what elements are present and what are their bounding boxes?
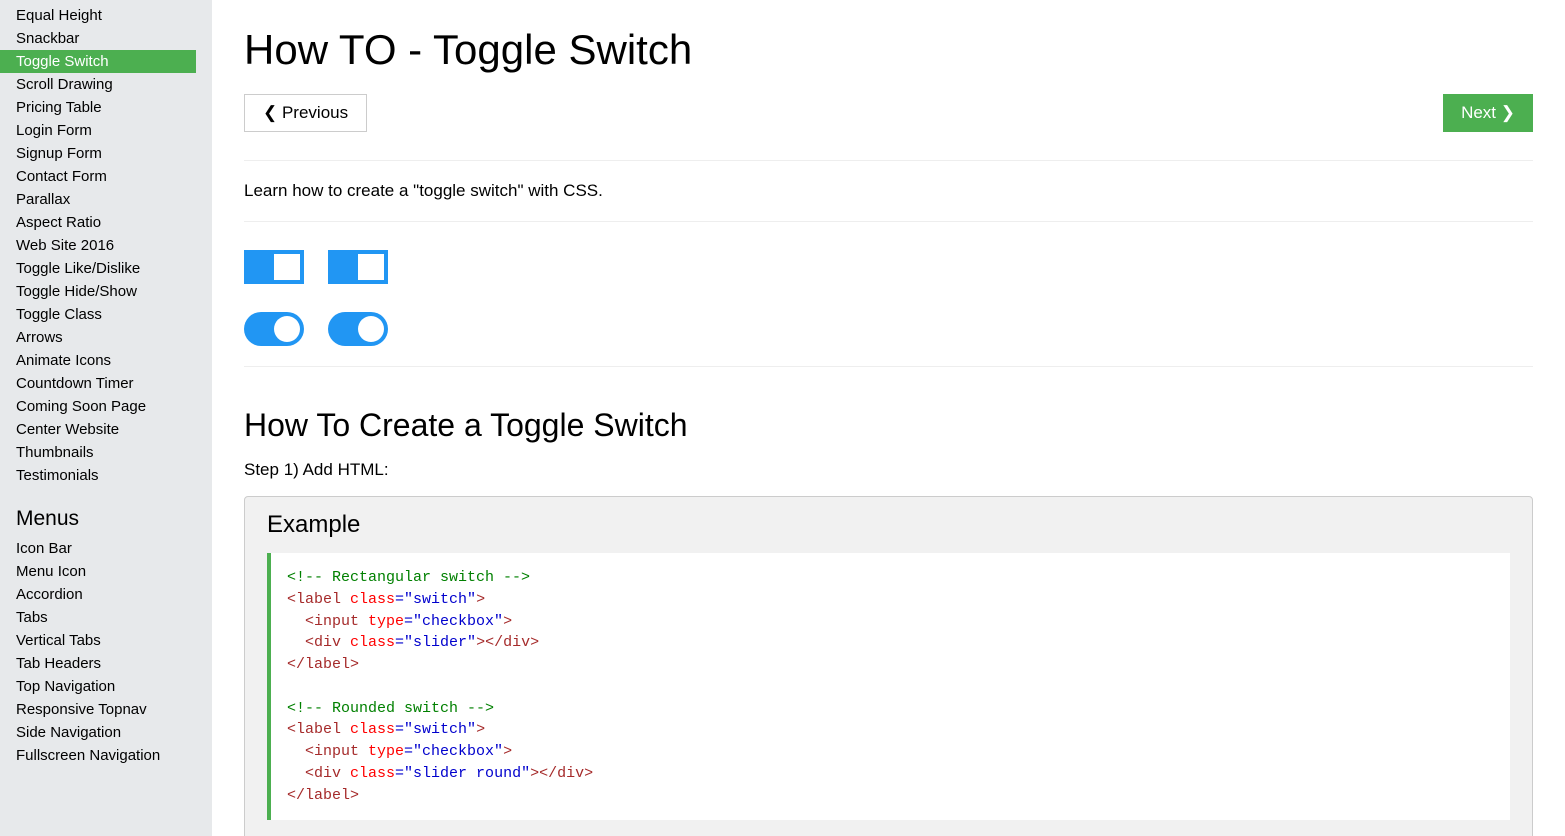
- toggle-switch-square-off[interactable]: [244, 250, 304, 284]
- toggle-switch-round-off[interactable]: [244, 312, 304, 346]
- sidebar-item[interactable]: Toggle Switch: [0, 50, 196, 73]
- sidebar-item[interactable]: Contact Form: [0, 165, 196, 188]
- sidebar-item[interactable]: Coming Soon Page: [0, 395, 196, 418]
- intro-text: Learn how to create a "toggle switch" wi…: [244, 181, 1533, 201]
- code-block: <!-- Rectangular switch --> <label class…: [267, 553, 1510, 820]
- sidebar-item[interactable]: Tab Headers: [0, 652, 196, 675]
- sidebar-item[interactable]: Arrows: [0, 326, 196, 349]
- step-label: Step 1) Add HTML:: [244, 460, 1533, 480]
- section-heading: How To Create a Toggle Switch: [244, 407, 1533, 444]
- sidebar-item[interactable]: Center Website: [0, 418, 196, 441]
- nav-row: ❮ Previous Next ❯: [244, 94, 1533, 132]
- toggle-switch-round-on[interactable]: [328, 312, 388, 346]
- sidebar-item[interactable]: Vertical Tabs: [0, 629, 196, 652]
- sidebar-item[interactable]: Top Navigation: [0, 675, 196, 698]
- page-title: How TO - Toggle Switch: [244, 26, 1533, 74]
- sidebar-item[interactable]: Toggle Hide/Show: [0, 280, 196, 303]
- sidebar-item[interactable]: Aspect Ratio: [0, 211, 196, 234]
- toggle-switch-square-on[interactable]: [328, 250, 388, 284]
- sidebar-item[interactable]: Scroll Drawing: [0, 73, 196, 96]
- sidebar-item[interactable]: Web Site 2016: [0, 234, 196, 257]
- sidebar: Equal HeightSnackbarToggle SwitchScroll …: [0, 0, 212, 836]
- slider-knob: [274, 254, 300, 280]
- sidebar-item[interactable]: Icon Bar: [0, 537, 196, 560]
- next-button[interactable]: Next ❯: [1443, 94, 1533, 132]
- switch-demo-row-round: [244, 312, 1533, 346]
- divider: [244, 221, 1533, 222]
- sidebar-heading: Menus: [0, 487, 212, 537]
- example-box: Example <!-- Rectangular switch --> <lab…: [244, 496, 1533, 836]
- sidebar-item[interactable]: Toggle Class: [0, 303, 196, 326]
- sidebar-item[interactable]: Pricing Table: [0, 96, 196, 119]
- sidebar-item[interactable]: Side Navigation: [0, 721, 196, 744]
- main-content: How TO - Toggle Switch ❮ Previous Next ❯…: [212, 0, 1565, 836]
- sidebar-item[interactable]: Responsive Topnav: [0, 698, 196, 721]
- sidebar-item[interactable]: Fullscreen Navigation: [0, 744, 196, 767]
- example-title: Example: [267, 511, 1510, 539]
- sidebar-item[interactable]: Equal Height: [0, 4, 196, 27]
- divider: [244, 366, 1533, 367]
- sidebar-item[interactable]: Countdown Timer: [0, 372, 196, 395]
- sidebar-item[interactable]: Menu Icon: [0, 560, 196, 583]
- sidebar-item[interactable]: Testimonials: [0, 464, 196, 487]
- sidebar-item[interactable]: Login Form: [0, 119, 196, 142]
- previous-button[interactable]: ❮ Previous: [244, 94, 367, 132]
- switch-demo-row-square: [244, 250, 1533, 284]
- sidebar-item[interactable]: Toggle Like/Dislike: [0, 257, 196, 280]
- slider-knob: [274, 316, 300, 342]
- sidebar-item[interactable]: Animate Icons: [0, 349, 196, 372]
- sidebar-item[interactable]: Parallax: [0, 188, 196, 211]
- sidebar-item[interactable]: Accordion: [0, 583, 196, 606]
- slider-knob: [358, 254, 384, 280]
- sidebar-item[interactable]: Signup Form: [0, 142, 196, 165]
- slider-knob: [358, 316, 384, 342]
- sidebar-item[interactable]: Thumbnails: [0, 441, 196, 464]
- sidebar-item[interactable]: Tabs: [0, 606, 196, 629]
- sidebar-item[interactable]: Snackbar: [0, 27, 196, 50]
- divider: [244, 160, 1533, 161]
